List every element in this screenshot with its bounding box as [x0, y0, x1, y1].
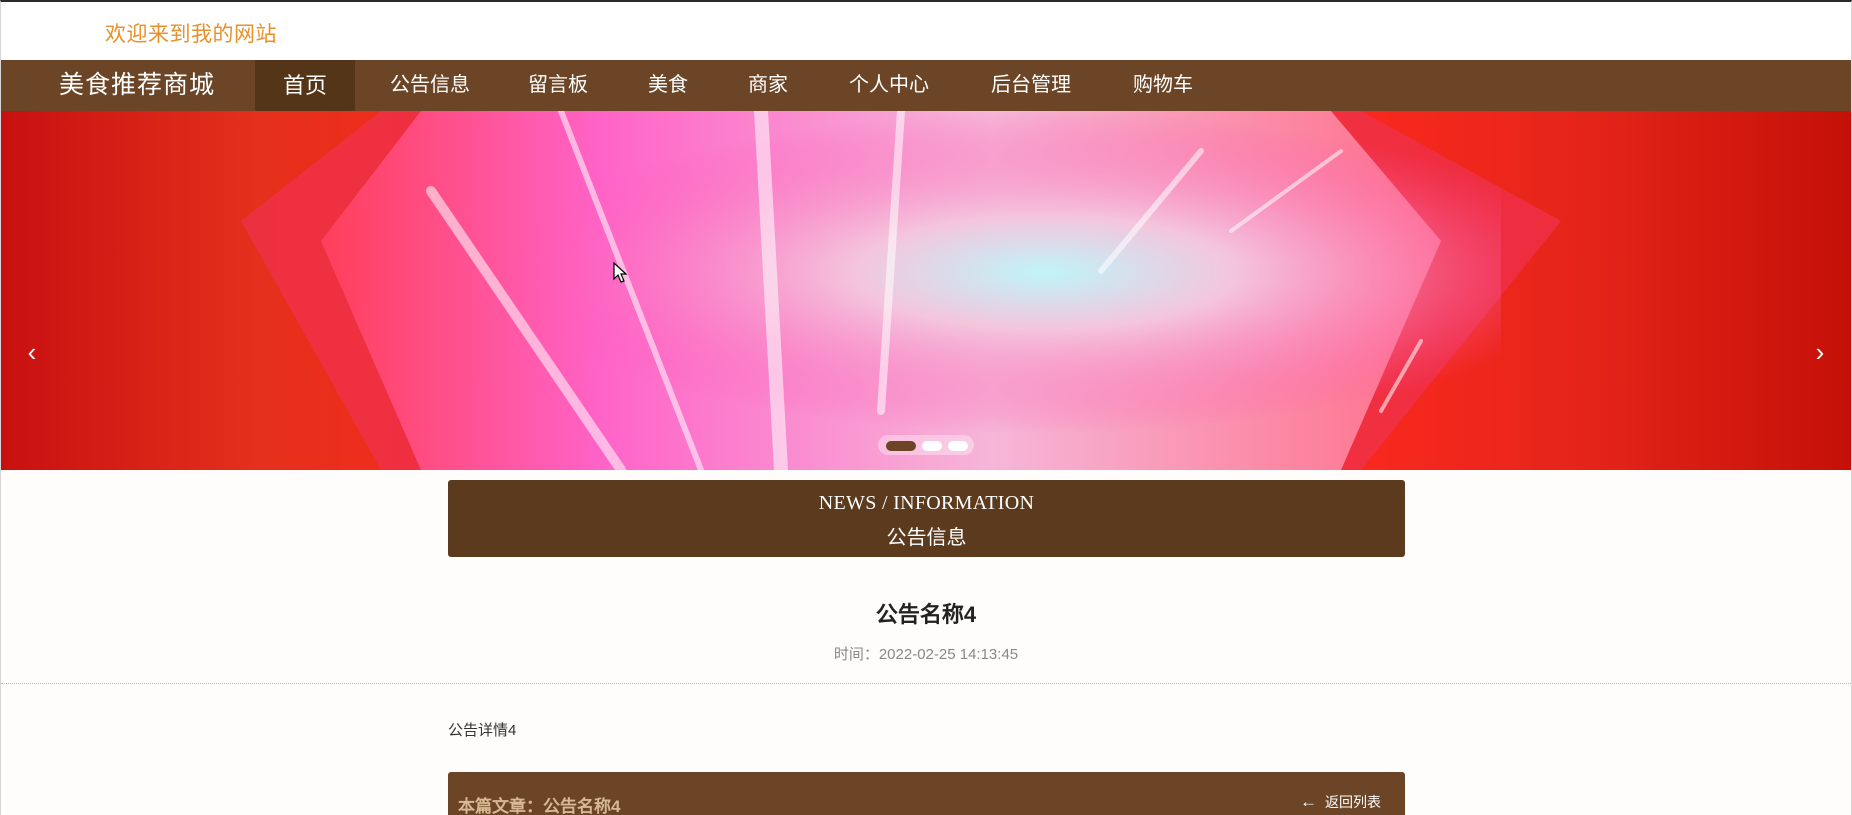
nav-item-messages[interactable]: 留言板 [515, 60, 601, 111]
nav-item-home[interactable]: 首页 [255, 60, 355, 111]
article-footer-bar: 本篇文章：公告名称4 ← 返回列表 [448, 772, 1405, 815]
carousel-dot-2[interactable] [922, 441, 942, 451]
section-title-cn: 公告信息 [886, 527, 967, 549]
nav-item-cart[interactable]: 购物车 [1119, 60, 1207, 111]
hero-carousel[interactable]: ‹ › [1, 111, 1851, 470]
article-title: 公告名称4 [875, 602, 977, 627]
nav-item-notices[interactable]: 公告信息 [375, 60, 485, 111]
arrow-left-icon: ← [1300, 792, 1317, 811]
mouse-cursor-icon [613, 262, 628, 283]
section-title-en: NEWS / INFORMATION [818, 492, 1035, 514]
nav-item-admin[interactable]: 后台管理 [977, 60, 1085, 111]
welcome-text: 欢迎来到我的网站 [105, 23, 277, 46]
back-to-list-label: 返回列表 [1325, 794, 1381, 810]
carousel-prev-icon[interactable]: ‹ [17, 337, 47, 367]
nav-item-merchants[interactable]: 商家 [727, 60, 809, 111]
carousel-next-icon[interactable]: › [1805, 337, 1835, 367]
back-to-list-button[interactable]: ← 返回列表 [1300, 792, 1381, 812]
article-time: 时间：2022-02-25 14:13:45 [833, 646, 1019, 663]
nav-item-profile[interactable]: 个人中心 [835, 60, 943, 111]
current-article-label: 本篇文章：公告名称4 [458, 797, 621, 815]
nav-item-food[interactable]: 美食 [627, 60, 709, 111]
page: 欢迎来到我的网站 美食推荐商城 首页 公告信息 留言板 美食 商家 个人中心 后… [0, 0, 1852, 815]
divider [1, 683, 1851, 684]
top-welcome-bar: 欢迎来到我的网站 [1, 2, 1851, 60]
carousel-indicators [878, 435, 974, 455]
section-header: NEWS / INFORMATION 公告信息 [448, 480, 1405, 557]
carousel-dot-3[interactable] [948, 441, 968, 451]
banner-graphic [241, 111, 1561, 470]
site-brand[interactable]: 美食推荐商城 [59, 60, 215, 111]
carousel-dot-1[interactable] [886, 441, 916, 451]
main-nav: 美食推荐商城 首页 公告信息 留言板 美食 商家 个人中心 后台管理 购物车 [1, 60, 1851, 111]
article-body: 公告详情4 [448, 722, 517, 739]
